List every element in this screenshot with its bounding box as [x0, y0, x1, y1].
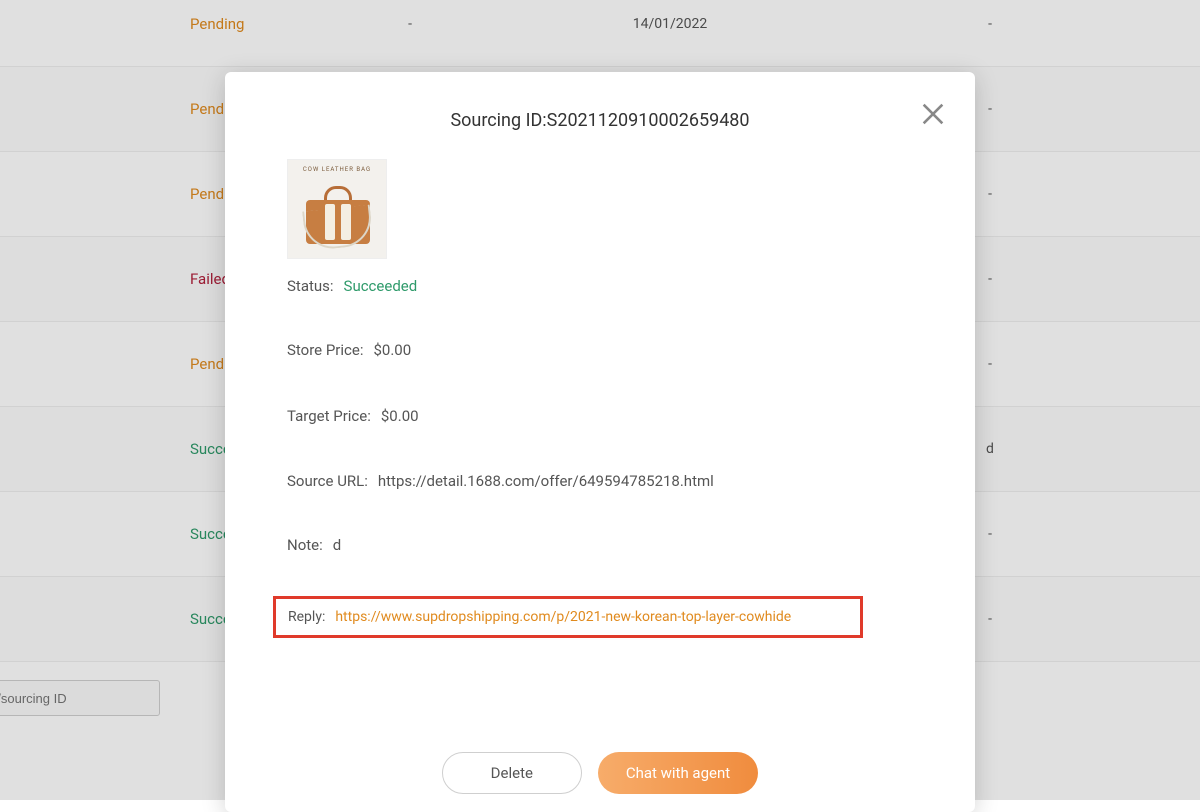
- reply-row-highlight: Reply: https://www.supdropshipping.com/p…: [273, 596, 863, 638]
- source-url-value: https://detail.1688.com/offer/6495947852…: [378, 472, 714, 490]
- modal-title: Sourcing ID:S2021120910002659480: [287, 110, 913, 131]
- target-price-value: $0.00: [381, 407, 419, 425]
- store-price-label: Store Price:: [287, 341, 363, 359]
- source-url-row: Source URL: https://detail.1688.com/offe…: [287, 472, 913, 490]
- target-price-row: Target Price: $0.00: [287, 407, 913, 425]
- status-value: Succeeded: [344, 277, 418, 295]
- modal-footer: Delete Chat with agent: [225, 752, 975, 794]
- sourcing-detail-modal: Sourcing ID:S2021120910002659480 COW LEA…: [225, 72, 975, 812]
- source-url-label: Source URL:: [287, 472, 368, 490]
- reply-label: Reply:: [288, 609, 325, 625]
- reply-link[interactable]: https://www.supdropshipping.com/p/2021-n…: [335, 609, 791, 625]
- store-price-value: $0.00: [373, 341, 411, 359]
- close-icon[interactable]: [919, 100, 947, 128]
- status-label: Status:: [287, 277, 334, 295]
- target-price-label: Target Price:: [287, 407, 371, 425]
- status-row: Status: Succeeded: [287, 277, 913, 295]
- chat-with-agent-button[interactable]: Chat with agent: [598, 752, 758, 794]
- product-image-caption: COW LEATHER BAG: [288, 166, 386, 173]
- note-value: d: [333, 536, 341, 554]
- product-image: COW LEATHER BAG: [287, 159, 387, 259]
- store-price-row: Store Price: $0.00: [287, 341, 913, 359]
- note-row: Note: d: [287, 536, 913, 554]
- delete-button[interactable]: Delete: [442, 752, 582, 794]
- note-label: Note:: [287, 536, 323, 554]
